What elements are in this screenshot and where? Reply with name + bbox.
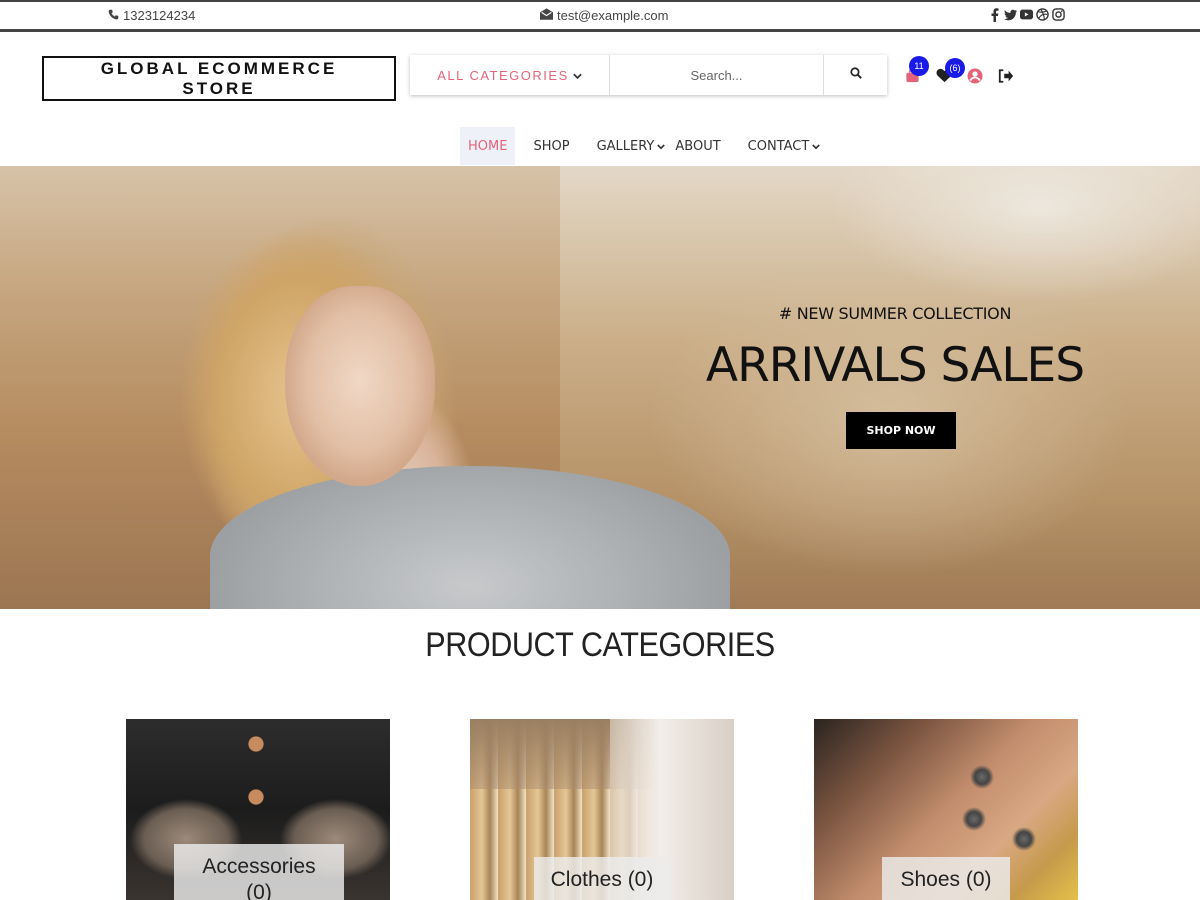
nav-gallery[interactable]: GALLERY bbox=[597, 127, 666, 165]
cart-count-badge: 11 bbox=[909, 56, 929, 76]
email-address: test@example.com bbox=[557, 8, 669, 23]
email-contact[interactable]: test@example.com bbox=[540, 8, 668, 23]
all-categories-dropdown[interactable]: ALL CATEGORIES bbox=[410, 55, 610, 95]
nav-home[interactable]: HOME bbox=[460, 127, 516, 165]
envelope-icon bbox=[540, 8, 553, 23]
hero-banner: # NEW SUMMER COLLECTION ARRIVALS SALES S… bbox=[0, 166, 1200, 609]
nav-home-label: HOME bbox=[468, 138, 508, 154]
nav-about[interactable]: ABOUT bbox=[675, 127, 720, 165]
logout-button[interactable] bbox=[996, 68, 1016, 88]
nav-shop[interactable]: SHOP bbox=[533, 127, 569, 165]
hero-title: ARRIVALS SALES bbox=[705, 338, 1085, 393]
facebook-icon[interactable] bbox=[988, 7, 1001, 22]
search-button[interactable] bbox=[824, 55, 887, 95]
youtube-icon[interactable] bbox=[1020, 7, 1033, 22]
nav-gallery-label: GALLERY bbox=[596, 138, 655, 154]
category-label-box: Clothes (0) bbox=[534, 857, 670, 900]
category-card-accessories[interactable]: Accessories (0) bbox=[126, 719, 390, 900]
twitter-icon[interactable] bbox=[1004, 7, 1017, 22]
top-bar: 1323124234 test@example.com bbox=[0, 0, 1200, 32]
main-navigation: HOME SHOP GALLERY ABOUT CONTACT bbox=[460, 127, 821, 165]
account-button[interactable] bbox=[965, 68, 985, 88]
phone-contact[interactable]: 1323124234 bbox=[108, 8, 195, 23]
instagram-icon[interactable] bbox=[1052, 7, 1065, 22]
category-label-box: Accessories (0) bbox=[174, 844, 344, 900]
wishlist-count-badge: (6) bbox=[945, 58, 965, 78]
nav-contact[interactable]: CONTACT bbox=[748, 127, 821, 165]
search-icon bbox=[849, 66, 862, 84]
logo-line-1: GLOBAL ECOMMERCE bbox=[100, 59, 338, 78]
hero-subtitle: # NEW SUMMER COLLECTION bbox=[778, 304, 1012, 323]
store-logo[interactable]: GLOBAL ECOMMERCE STORE bbox=[42, 56, 396, 101]
chevron-down-icon bbox=[657, 139, 666, 154]
chevron-down-icon bbox=[573, 68, 582, 83]
search-bar: ALL CATEGORIES bbox=[410, 55, 887, 95]
nav-about-label: ABOUT bbox=[675, 138, 721, 154]
category-count: (0) bbox=[627, 868, 654, 891]
category-card-shoes[interactable]: Shoes (0) bbox=[814, 719, 1078, 900]
sign-out-icon bbox=[998, 68, 1014, 88]
chevron-down-icon bbox=[812, 139, 821, 154]
category-label-box: Shoes (0) bbox=[882, 857, 1010, 900]
shop-now-button[interactable]: SHOP NOW bbox=[846, 412, 956, 449]
logo-line-2: STORE bbox=[182, 79, 256, 98]
nav-contact-label: CONTACT bbox=[747, 138, 810, 154]
category-count: (0) bbox=[965, 868, 992, 891]
hero-model-face bbox=[285, 286, 435, 486]
search-input[interactable] bbox=[610, 55, 824, 95]
category-name: Clothes bbox=[550, 868, 622, 891]
user-circle-icon bbox=[967, 68, 983, 89]
phone-icon bbox=[108, 8, 119, 23]
category-card-clothes[interactable]: Clothes (0) bbox=[470, 719, 734, 900]
nav-shop-label: SHOP bbox=[533, 138, 570, 154]
dribbble-icon[interactable] bbox=[1036, 7, 1049, 22]
category-name: Shoes bbox=[900, 868, 961, 891]
all-categories-label: ALL CATEGORIES bbox=[437, 67, 569, 83]
category-count: (0) bbox=[246, 881, 272, 900]
product-categories-title: PRODUCT CATEGORIES bbox=[425, 626, 775, 664]
phone-number: 1323124234 bbox=[123, 8, 196, 23]
category-name: Accessories bbox=[202, 855, 316, 878]
social-links bbox=[988, 7, 1065, 22]
